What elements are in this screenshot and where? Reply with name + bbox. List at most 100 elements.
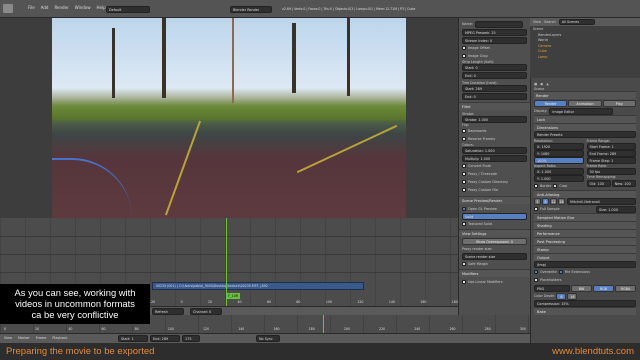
outliner-item-lamp[interactable]: Lamp — [533, 55, 637, 61]
color-bw-button[interactable]: BW — [571, 284, 592, 292]
modifiers-header[interactable]: Modifiers — [459, 269, 530, 277]
filter-panel-header[interactable]: Filter — [459, 102, 530, 110]
aspect-x-field[interactable]: X: 1.000 — [534, 168, 584, 175]
strobe-field[interactable]: Strobe: 1.000 — [462, 116, 527, 123]
end-frame-field[interactable]: End Frame: 289 — [586, 150, 636, 157]
mpeg-preseek-field[interactable]: MPEG Preseek: 25 — [462, 29, 527, 36]
editor-type-icon[interactable] — [3, 4, 13, 13]
aa-samples-16[interactable]: 16 — [558, 198, 565, 205]
remap-old-field[interactable]: Old: 100 — [586, 179, 611, 187]
motion-blur-header[interactable]: Sampled Motion Blur — [534, 213, 636, 221]
compression-field[interactable]: Compression: 15% — [534, 300, 636, 307]
aspect-y-field[interactable]: Y: 1.000 — [534, 175, 584, 182]
proxy-file-checkbox[interactable] — [462, 188, 466, 192]
bake-header[interactable]: Bake — [534, 307, 636, 315]
anti-aliasing-header[interactable]: Anti-Aliasing — [534, 190, 636, 198]
proxy-render-size-select[interactable]: Scene render size — [462, 253, 527, 260]
menu-render[interactable]: Render — [54, 5, 68, 10]
image-crop-checkbox[interactable] — [462, 54, 466, 58]
use-linear-checkbox[interactable] — [462, 280, 466, 284]
outliner-display-select[interactable]: All Scenes — [558, 19, 595, 25]
aa-size-field[interactable]: Size: 1.000 — [596, 205, 636, 213]
camera-icon[interactable]: ■ — [534, 82, 537, 86]
color-rgb-button[interactable]: RGB — [593, 284, 614, 292]
view-settings-header[interactable]: View Settings — [459, 229, 530, 237]
menu-window[interactable]: Window — [75, 5, 91, 10]
hard-start-field[interactable]: Start: 289 — [462, 85, 527, 92]
multiply-field[interactable]: Multiply: 1.000 — [462, 155, 527, 162]
frame-rate-select[interactable]: 30 fps — [586, 168, 636, 175]
backwards-checkbox[interactable] — [462, 129, 466, 133]
render-button[interactable]: Render — [534, 99, 568, 107]
post-processing-header[interactable]: Post Processing — [534, 237, 636, 245]
image-offset-checkbox[interactable] — [462, 46, 466, 50]
animation-button[interactable]: Animation — [568, 99, 602, 107]
stream-index-field[interactable]: Stream Index: 0 — [462, 37, 527, 44]
display-select[interactable]: Image Editor — [549, 107, 614, 115]
start-frame-field[interactable]: Start Frame: 1 — [586, 143, 636, 150]
soft-end-field[interactable]: End: 0 — [462, 72, 527, 79]
opengl-preview-checkbox[interactable] — [462, 207, 466, 211]
menu-help[interactable]: Help — [96, 5, 105, 10]
saturation-field[interactable]: Saturation: 1.000 — [462, 147, 527, 154]
timeline-menu-frame[interactable]: Frame — [36, 336, 47, 340]
proxy-checkbox[interactable] — [462, 172, 466, 176]
overwrite-checkbox[interactable] — [534, 270, 538, 274]
output-header[interactable]: Output — [534, 253, 636, 261]
timeline-menu-playback[interactable]: Playback — [52, 336, 67, 340]
border-checkbox[interactable] — [534, 184, 538, 188]
hard-end-field[interactable]: End: 0 — [462, 93, 527, 100]
solid-option[interactable]: Solid — [462, 213, 527, 220]
resolution-percentage-field[interactable]: 100% — [534, 157, 584, 164]
textured-solid-checkbox[interactable] — [462, 222, 466, 226]
object-icon[interactable]: ▲ — [546, 82, 549, 86]
render-section-header[interactable]: Render — [534, 91, 636, 99]
play-button[interactable]: Play — [602, 99, 636, 107]
depth-16-button[interactable]: 16 — [567, 292, 578, 300]
safe-margin-checkbox[interactable] — [462, 262, 466, 266]
scene-preview-header[interactable]: Scene Preview/Render — [459, 196, 530, 204]
aa-samples-5[interactable]: 5 — [534, 198, 541, 205]
crop-checkbox[interactable] — [553, 184, 558, 188]
placeholders-checkbox[interactable] — [534, 278, 538, 282]
file-format-select[interactable]: PNG — [534, 284, 570, 292]
reverse-frames-checkbox[interactable] — [462, 137, 466, 141]
world-icon[interactable]: ● — [540, 82, 543, 86]
render-presets-select[interactable]: Render Presets — [534, 131, 636, 138]
timeline-current-frame[interactable]: 175 — [182, 335, 200, 342]
aa-samples-8[interactable]: 8 — [542, 198, 549, 205]
stamp-header[interactable]: Stamp — [534, 245, 636, 253]
output-path-field[interactable]: /tmp/ — [534, 261, 636, 268]
lock-header[interactable]: Lock — [534, 115, 636, 123]
timeline-end-field[interactable]: End: 289 — [150, 335, 180, 342]
channel-field[interactable]: Channel: 0 — [190, 308, 222, 315]
movie-strip[interactable]: 00235 (001) | C:\Users\pablo\_9000\Deskt… — [152, 282, 364, 290]
aa-samples-11[interactable]: 11 — [550, 198, 557, 205]
convert-float-checkbox[interactable] — [462, 164, 466, 168]
dimensions-header[interactable]: Dimensions — [534, 123, 636, 131]
sync-mode-select[interactable]: No Sync — [256, 335, 280, 342]
remap-new-field[interactable]: New: 100 — [611, 179, 636, 187]
render-engine-select[interactable]: Blender Render — [230, 6, 272, 13]
proxy-dir-checkbox[interactable] — [462, 180, 466, 184]
aa-filter-select[interactable]: Mitchell-Netravali — [567, 198, 636, 205]
color-rgba-button[interactable]: RGBA — [615, 284, 636, 292]
soft-start-field[interactable]: Start: 0 — [462, 64, 527, 71]
show-overexposed-field[interactable]: Show Overexposed: 0 — [462, 238, 527, 245]
screen-layout-select[interactable]: Default — [106, 6, 150, 13]
file-extensions-checkbox[interactable] — [558, 270, 563, 274]
refresh-sequencer-button[interactable]: Refresh Sequencer — [152, 308, 184, 320]
depth-8-button[interactable]: 8 — [556, 292, 567, 300]
menu-file[interactable]: File — [28, 5, 35, 10]
full-sample-checkbox[interactable] — [534, 207, 538, 211]
timeline-start-field[interactable]: Start: 1 — [118, 335, 148, 342]
performance-header[interactable]: Performance — [534, 229, 636, 237]
shading-header[interactable]: Shading — [534, 221, 636, 229]
frame-step-field[interactable]: Frame Step: 1 — [586, 157, 636, 164]
resolution-y-field[interactable]: Y: 1080 — [534, 150, 584, 157]
strip-name-field[interactable] — [475, 20, 524, 28]
timeline-menu-view[interactable]: View — [4, 336, 12, 340]
resolution-x-field[interactable]: X: 1920 — [534, 143, 584, 150]
timeline-menu-marker[interactable]: Marker — [18, 336, 30, 340]
menu-add[interactable]: Add — [41, 5, 49, 10]
